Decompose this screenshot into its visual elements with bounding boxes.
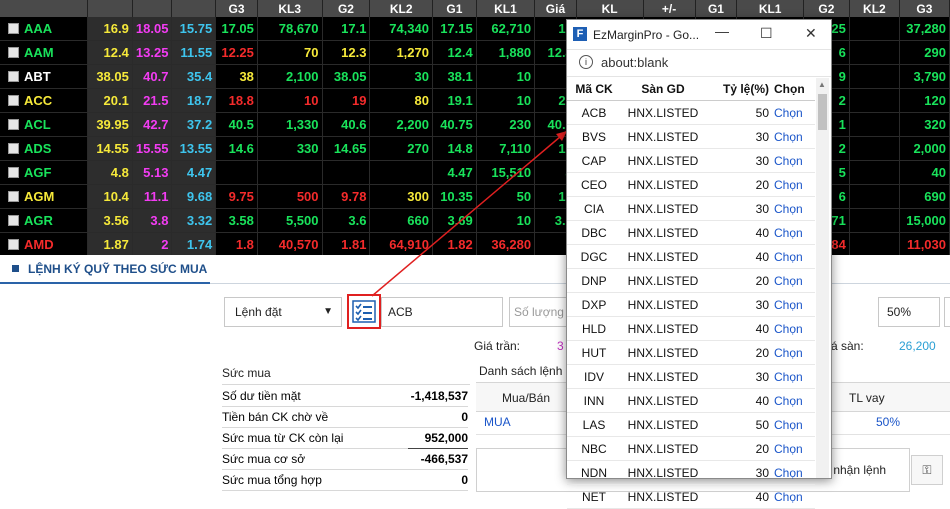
symbol-code: IDV — [567, 364, 621, 389]
pick-link[interactable]: Chọn — [773, 220, 815, 245]
symbol-code: CEO — [567, 172, 621, 197]
list-item: INN HNX.LISTED 40 Chọn — [567, 388, 815, 413]
rate-value: 40 — [705, 220, 773, 245]
list-item: CEO HNX.LISTED 20 Chọn — [567, 172, 815, 197]
rate-value: 40 — [705, 388, 773, 413]
rate-value: 40 — [705, 244, 773, 269]
exchange-name: HNX.LISTED — [621, 100, 705, 125]
list-item: DGC HNX.LISTED 40 Chọn — [567, 244, 815, 269]
window-title: EzMarginPro - Go... — [593, 28, 700, 42]
rate-value: 30 — [705, 292, 773, 317]
maximize-icon[interactable]: ☐ — [760, 25, 773, 42]
list-item: NBC HNX.LISTED 20 Chọn — [567, 436, 815, 461]
list-item: DNP HNX.LISTED 20 Chọn — [567, 268, 815, 293]
list-item: BVS HNX.LISTED 30 Chọn — [567, 124, 815, 149]
symbol-code: BVS — [567, 124, 621, 149]
list-item: HUT HNX.LISTED 20 Chọn — [567, 340, 815, 365]
exchange-name: HNX.LISTED — [621, 268, 705, 293]
exchange-name: HNX.LISTED — [621, 244, 705, 269]
exchange-name: HNX.LISTED — [621, 412, 705, 437]
symbol-code: DXP — [567, 292, 621, 317]
exchange-name: HNX.LISTED — [621, 292, 705, 317]
pick-link[interactable]: Chọn — [773, 172, 815, 197]
rate-value: 20 — [705, 172, 773, 197]
minimize-icon[interactable]: — — [715, 23, 729, 39]
exchange-name: HNX.LISTED — [621, 316, 705, 341]
rate-value: 30 — [705, 460, 773, 485]
symbol-code: NDN — [567, 460, 621, 485]
pick-link[interactable]: Chọn — [773, 244, 815, 269]
rate-value: 20 — [705, 340, 773, 365]
pick-link[interactable]: Chọn — [773, 460, 815, 485]
pick-link[interactable]: Chọn — [773, 124, 815, 149]
list-item: CIA HNX.LISTED 30 Chọn — [567, 196, 815, 221]
app-logo-icon: F — [573, 27, 587, 41]
symbol-code: NBC — [567, 436, 621, 461]
pick-link[interactable]: Chọn — [773, 196, 815, 221]
info-icon[interactable]: i — [579, 55, 593, 69]
col-rate: Tỷ lệ(%) — [705, 78, 773, 101]
rate-value: 20 — [705, 436, 773, 461]
rate-value: 30 — [705, 196, 773, 221]
popup-scrollbar[interactable]: ▲ — [816, 78, 829, 478]
symbol-code: DNP — [567, 268, 621, 293]
pick-link[interactable]: Chọn — [773, 292, 815, 317]
rate-value: 40 — [705, 316, 773, 341]
list-item: IDV HNX.LISTED 30 Chọn — [567, 364, 815, 389]
exchange-name: HNX.LISTED — [621, 460, 705, 485]
exchange-name: HNX.LISTED — [621, 364, 705, 389]
pick-link[interactable]: Chọn — [773, 268, 815, 293]
pick-link[interactable]: Chọn — [773, 412, 815, 437]
scrollbar-thumb[interactable] — [818, 94, 827, 130]
list-item: ACB HNX.LISTED 50 Chọn — [567, 100, 815, 125]
close-icon[interactable]: ✕ — [805, 25, 817, 42]
pick-link[interactable]: Chọn — [773, 100, 815, 125]
symbol-table: Mã CK Sàn GD Tỷ lệ(%) Chọn ACB HNX.LISTED… — [567, 78, 815, 509]
pick-link[interactable]: Chọn — [773, 364, 815, 389]
rate-value: 30 — [705, 124, 773, 149]
exchange-name: HNX.LISTED — [621, 340, 705, 365]
rate-value: 30 — [705, 148, 773, 173]
exchange-name: HNX.LISTED — [621, 148, 705, 173]
col-exchange: Sàn GD — [621, 78, 705, 101]
rate-value: 20 — [705, 268, 773, 293]
col-symbol: Mã CK — [567, 78, 621, 101]
symbol-code: DBC — [567, 220, 621, 245]
exchange-name: HNX.LISTED — [621, 124, 705, 149]
col-pick: Chọn — [773, 78, 815, 101]
address-bar[interactable]: i about:blank — [567, 50, 831, 77]
exchange-name: HNX.LISTED — [621, 196, 705, 221]
exchange-name: HNX.LISTED — [621, 436, 705, 461]
pick-link[interactable]: Chọn — [773, 388, 815, 413]
rate-value: 30 — [705, 364, 773, 389]
symbol-code: INN — [567, 388, 621, 413]
rate-value: 50 — [705, 412, 773, 437]
symbol-code: ACB — [567, 100, 621, 125]
address-url: about:blank — [601, 55, 669, 70]
symbol-code: CAP — [567, 148, 621, 173]
symbol-code: HLD — [567, 316, 621, 341]
symbol-code: DGC — [567, 244, 621, 269]
list-item: NDN HNX.LISTED 30 Chọn — [567, 460, 815, 485]
exchange-name: HNX.LISTED — [621, 172, 705, 197]
pick-link[interactable]: Chọn — [773, 340, 815, 365]
window-titlebar[interactable]: F EzMarginPro - Go... — ☐ ✕ — [567, 20, 831, 50]
symbol-code: LAS — [567, 412, 621, 437]
list-item: CAP HNX.LISTED 30 Chọn — [567, 148, 815, 173]
exchange-name: HNX.LISTED — [621, 388, 705, 413]
pick-link[interactable]: Chọn — [773, 316, 815, 341]
pick-link[interactable]: Chọn — [773, 436, 815, 461]
exchange-name: HNX.LISTED — [621, 220, 705, 245]
symbol-code: HUT — [567, 340, 621, 365]
symbol-code: CIA — [567, 196, 621, 221]
pick-link[interactable]: Chọn — [773, 148, 815, 173]
list-item: DXP HNX.LISTED 30 Chọn — [567, 292, 815, 317]
list-item: LAS HNX.LISTED 50 Chọn — [567, 412, 815, 437]
list-item: DBC HNX.LISTED 40 Chọn — [567, 220, 815, 245]
symbol-picker-window[interactable]: F EzMarginPro - Go... — ☐ ✕ i about:blan… — [566, 19, 832, 509]
list-item: HLD HNX.LISTED 40 Chọn — [567, 316, 815, 341]
scroll-up-icon[interactable]: ▲ — [818, 80, 826, 89]
rate-value: 50 — [705, 100, 773, 125]
